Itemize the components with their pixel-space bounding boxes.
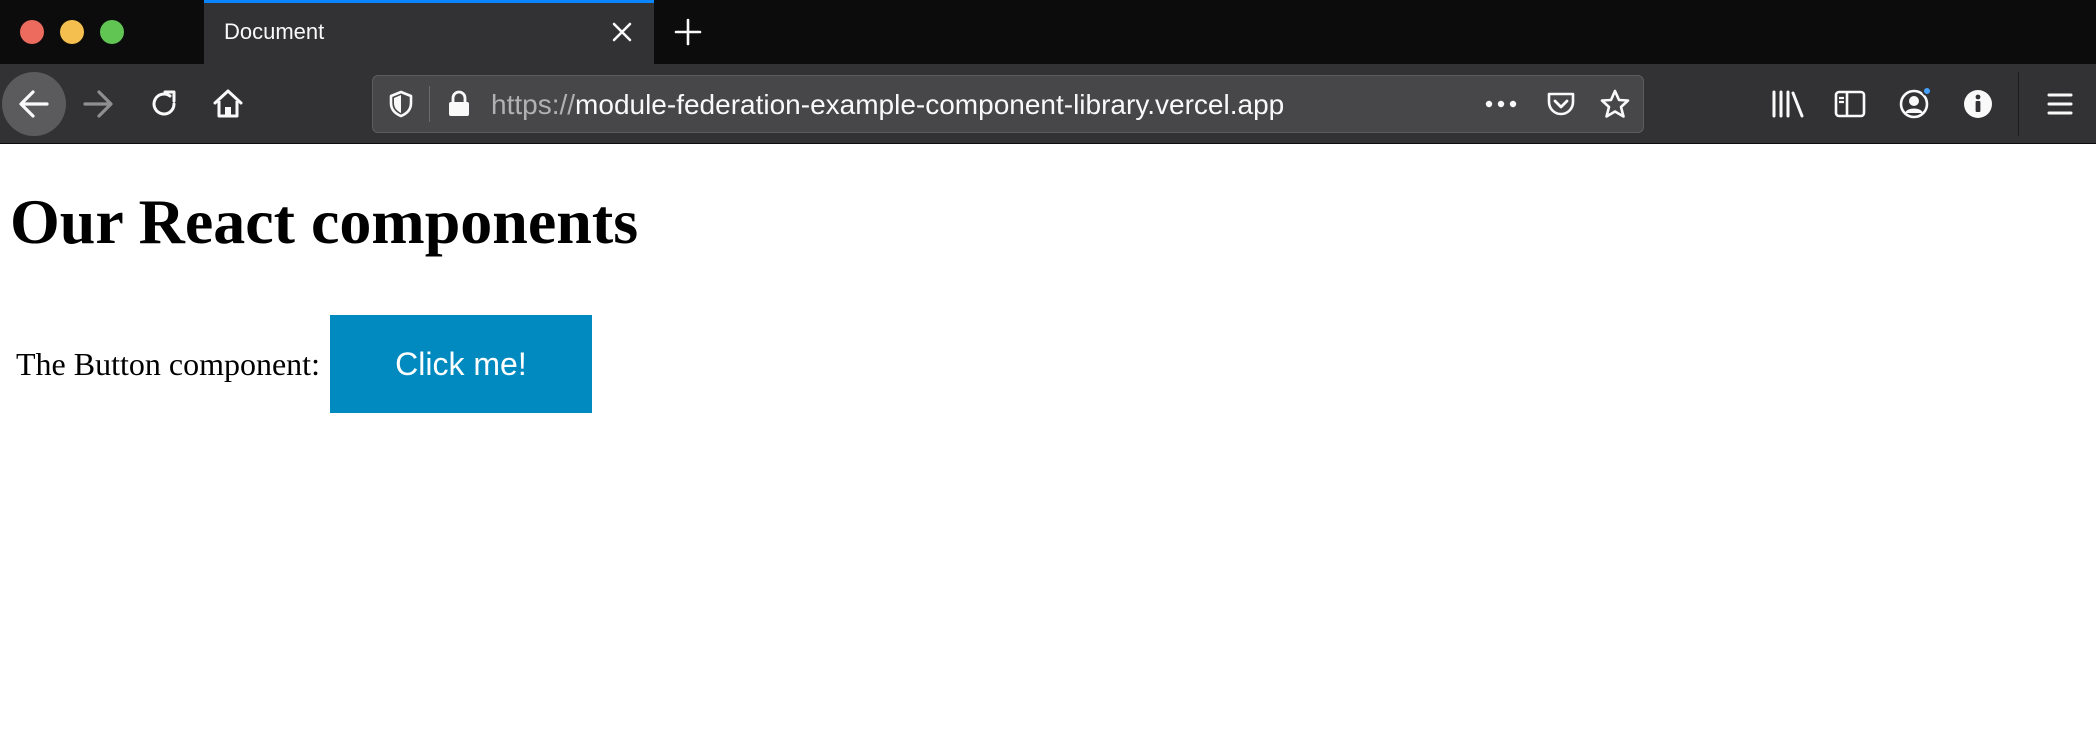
account-button[interactable] xyxy=(1894,84,1934,124)
close-icon xyxy=(612,22,632,42)
toolbar-divider xyxy=(2018,72,2019,136)
url-bar-separator xyxy=(429,86,430,122)
home-button[interactable] xyxy=(196,72,260,136)
more-dots-icon xyxy=(1485,100,1517,108)
info-icon xyxy=(1964,90,1992,118)
hamburger-menu-icon xyxy=(2047,93,2073,115)
library-icon xyxy=(1772,90,1804,118)
app-menu-button[interactable] xyxy=(2040,84,2080,124)
pocket-icon xyxy=(1547,92,1575,116)
active-tab-indicator xyxy=(204,0,654,3)
url-bar[interactable]: https://module-federation-example-compon… xyxy=(372,75,1644,133)
tab-document[interactable]: Document xyxy=(204,0,654,64)
page-actions-button[interactable] xyxy=(1483,88,1519,120)
home-icon xyxy=(213,89,243,118)
arrow-left-icon xyxy=(19,90,49,118)
info-extension-button[interactable] xyxy=(1958,84,1998,124)
arrow-right-icon xyxy=(83,90,113,118)
shield-icon xyxy=(389,90,413,118)
forward-button[interactable] xyxy=(66,72,130,136)
url-text[interactable]: https://module-federation-example-compon… xyxy=(491,89,1284,121)
button-demo-row: The Button component: Click me! xyxy=(16,315,592,413)
url-scheme: https:// xyxy=(491,89,576,120)
navigation-toolbar: https://module-federation-example-compon… xyxy=(0,64,2096,144)
tracking-protection-button[interactable] xyxy=(385,88,417,120)
new-tab-button[interactable] xyxy=(668,14,708,50)
reload-button[interactable] xyxy=(132,72,196,136)
close-tab-button[interactable] xyxy=(606,16,638,48)
click-me-button[interactable]: Click me! xyxy=(329,315,592,413)
bookmark-star-button[interactable] xyxy=(1597,88,1633,120)
minimize-window-button[interactable] xyxy=(60,20,84,44)
page-title: Our React components xyxy=(10,186,639,257)
notification-dot xyxy=(1922,86,1932,96)
sidebar-icon xyxy=(1834,90,1866,118)
sidebar-button[interactable] xyxy=(1830,84,1870,124)
plus-icon xyxy=(674,18,702,46)
tab-title: Document xyxy=(224,19,325,44)
maximize-window-button[interactable] xyxy=(100,20,124,44)
title-bar: Document xyxy=(0,0,2096,64)
button-component-label: The Button component: xyxy=(16,345,320,382)
lock-icon xyxy=(449,90,469,116)
library-button[interactable] xyxy=(1768,84,1808,124)
back-button[interactable] xyxy=(2,72,66,136)
star-icon xyxy=(1600,89,1630,118)
site-info-button[interactable] xyxy=(443,88,475,120)
close-window-button[interactable] xyxy=(20,20,44,44)
page-content: Our React components The Button componen… xyxy=(0,145,2096,736)
pocket-button[interactable] xyxy=(1543,88,1579,120)
reload-icon xyxy=(152,90,176,116)
url-host: module-federation-example-component-libr… xyxy=(575,89,1285,120)
